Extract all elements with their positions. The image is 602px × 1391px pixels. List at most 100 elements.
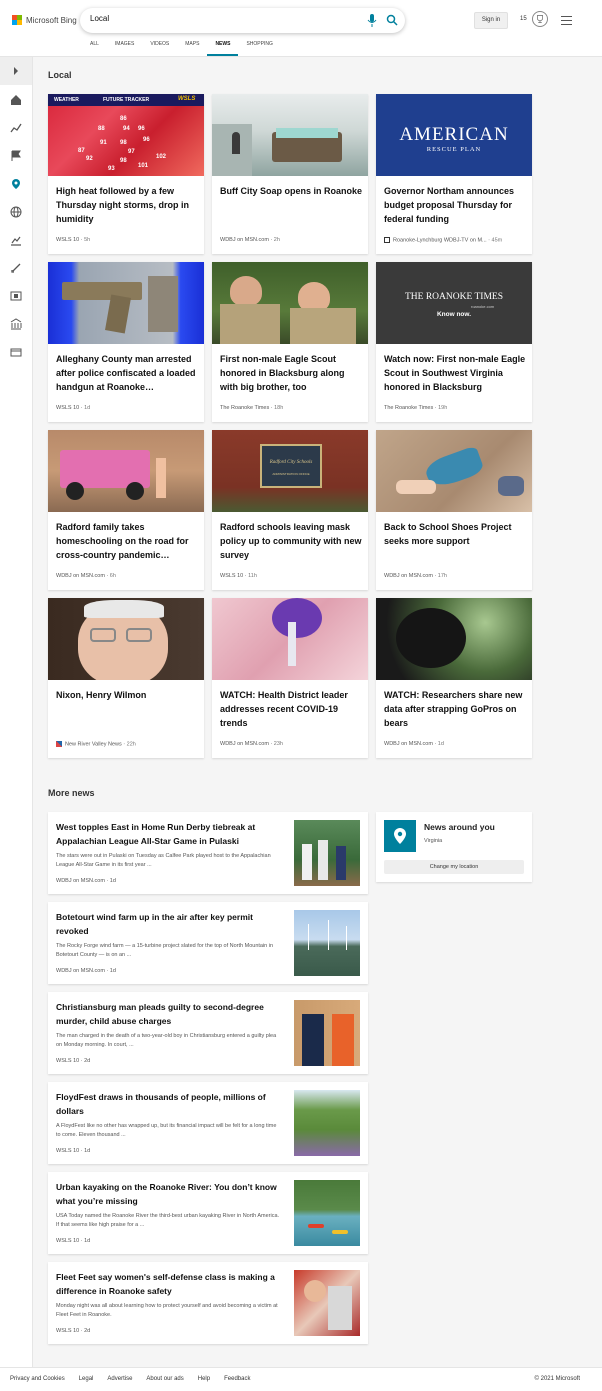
legal-link[interactable]: Legal	[79, 1376, 94, 1382]
globe-icon[interactable]	[10, 206, 22, 218]
obituary-portrait-image	[48, 598, 204, 680]
news-item-title[interactable]: Fleet Feet say women's self-defense clas…	[56, 1270, 286, 1298]
nrv-logo-icon	[56, 741, 62, 747]
news-item-source: WSLS 10 · 1d	[56, 1148, 91, 1154]
person	[328, 1286, 352, 1330]
news-list-item[interactable]: Fleet Feet say women's self-defense clas…	[48, 1262, 368, 1344]
location-icon[interactable]	[10, 178, 22, 190]
sidebar-expand-button[interactable]	[0, 57, 32, 85]
tab-shopping[interactable]: SHOPPING	[238, 38, 280, 56]
roanoke-times-tagline: Know now.	[436, 311, 472, 318]
news-item-snippet: Monday night was all about learning how …	[56, 1303, 278, 1318]
news-card[interactable]: WATCH: Researchers share new data after …	[376, 598, 532, 758]
home-icon[interactable]	[10, 94, 22, 106]
gun-grip	[105, 294, 131, 334]
news-card[interactable]: WEATHER FUTURE TRACKER WSLS 86 88 94 96 …	[48, 94, 204, 254]
news-card[interactable]: Buff City Soap opens in Roanoke WDBJ on …	[212, 94, 368, 254]
news-item-source: WSLS 10 · 2d	[56, 1328, 91, 1334]
news-card[interactable]: Nixon, Henry Wilmon New River Valley New…	[48, 598, 204, 758]
news-card[interactable]: Alleghany County man arrested after poli…	[48, 262, 204, 422]
trending-icon[interactable]	[10, 122, 22, 134]
search-tabs: ALL IMAGES VIDEOS MAPS NEWS SHOPPING	[82, 38, 281, 56]
card-title[interactable]: Back to School Shoes Project seeks more …	[384, 520, 526, 548]
news-item-title[interactable]: Urban kayaking on the Roanoke River: You…	[56, 1180, 286, 1208]
temp-label: 88	[98, 126, 105, 132]
news-item-title[interactable]: Botetourt wind farm up in the air after …	[56, 910, 286, 938]
money-icon[interactable]	[10, 346, 22, 358]
menu-icon[interactable]	[561, 16, 572, 25]
politics-icon[interactable]	[10, 318, 22, 330]
business-icon[interactable]	[10, 234, 22, 246]
news-card[interactable]: First non-male Eagle Scout honored in Bl…	[212, 262, 368, 422]
rewards-points[interactable]: 15	[520, 16, 527, 22]
news-item-snippet: The man charged in the death of a two-ye…	[56, 1033, 277, 1048]
news-item-title[interactable]: Christiansburg man pleads guilty to seco…	[56, 1000, 286, 1028]
flag-icon[interactable]	[10, 150, 22, 162]
card-title[interactable]: Buff City Soap opens in Roanoke	[220, 184, 362, 198]
school-sign-subtext: ADMINISTRATION OFFICE	[272, 472, 310, 476]
tab-videos[interactable]: VIDEOS	[142, 38, 177, 56]
radford-schools-sign-image: Radford City Schools ADMINISTRATION OFFI…	[212, 430, 368, 512]
card-title[interactable]: WATCH: Health District leader addresses …	[220, 688, 362, 730]
news-list-item[interactable]: West topples East in Home Run Derby tieb…	[48, 812, 368, 894]
sign-in-button[interactable]: Sign in	[474, 12, 508, 29]
news-around-you-title: News around you	[424, 822, 495, 832]
change-location-button[interactable]: Change my location	[384, 860, 524, 874]
syringe	[288, 622, 296, 666]
tab-all[interactable]: ALL	[82, 38, 107, 56]
hair	[84, 600, 164, 618]
search-icon[interactable]	[386, 14, 398, 26]
kayak	[332, 1230, 348, 1234]
news-card[interactable]: THE ROANOKE TIMES roanoke.com Know now. …	[376, 262, 532, 422]
about-ads-link[interactable]: About our ads	[146, 1376, 183, 1382]
card-title[interactable]: High heat followed by a few Thursday nig…	[56, 184, 198, 226]
entertainment-icon[interactable]	[10, 290, 22, 302]
festival-crowd-image	[294, 1090, 360, 1156]
privacy-link[interactable]: Privacy and Cookies	[10, 1376, 65, 1382]
news-around-you-widget: News around you Virginia Change my locat…	[376, 812, 532, 882]
bing-logo[interactable]: Microsoft Bing	[12, 15, 77, 25]
news-item-snippet: USA Today named the Roanoke River the th…	[56, 1213, 280, 1228]
advertise-link[interactable]: Advertise	[107, 1376, 132, 1382]
card-title[interactable]: Governor Northam announces budget propos…	[384, 184, 526, 226]
card-title[interactable]: WATCH: Researchers share new data after …	[384, 688, 526, 730]
news-item-snippet: The stars were out in Pulaski on Tuesday…	[56, 853, 271, 868]
news-item-title[interactable]: West topples East in Home Run Derby tieb…	[56, 820, 286, 848]
card-title[interactable]: Watch now: First non-male Eagle Scout in…	[384, 352, 526, 394]
news-card[interactable]: AMERICAN RESCUE PLAN Governor Northam an…	[376, 94, 532, 254]
wind-farm-image	[294, 910, 360, 976]
local-section-title: Local	[48, 70, 72, 80]
roanoke-times-url: roanoke.com	[471, 304, 495, 309]
news-card[interactable]: WATCH: Health District leader addresses …	[212, 598, 368, 758]
news-card[interactable]: Radford family takes homeschooling on th…	[48, 430, 204, 590]
card-title[interactable]: Alleghany County man arrested after poli…	[56, 352, 198, 394]
rocket-icon[interactable]	[10, 262, 22, 274]
news-item-title[interactable]: FloydFest draws in thousands of people, …	[56, 1090, 286, 1118]
wsls-logo: WSLS	[178, 96, 196, 102]
tab-images[interactable]: IMAGES	[107, 38, 142, 56]
microphone-icon[interactable]	[367, 14, 377, 27]
feedback-link[interactable]: Feedback	[224, 1376, 250, 1382]
news-list-item[interactable]: Christiansburg man pleads guilty to seco…	[48, 992, 368, 1074]
tab-news[interactable]: NEWS	[207, 38, 239, 56]
card-title[interactable]: Nixon, Henry Wilmon	[56, 688, 198, 702]
news-card[interactable]: Radford City Schools ADMINISTRATION OFFI…	[212, 430, 368, 590]
news-list-item[interactable]: FloydFest draws in thousands of people, …	[48, 1082, 368, 1164]
shoes-image	[376, 430, 532, 512]
card-title[interactable]: Radford schools leaving mask policy up t…	[220, 520, 362, 562]
news-card[interactable]: Back to School Shoes Project seeks more …	[376, 430, 532, 590]
temp-label: 101	[138, 163, 149, 169]
rewards-trophy-icon[interactable]	[532, 11, 548, 27]
news-list-item[interactable]: Botetourt wind farm up in the air after …	[48, 902, 368, 984]
search-input[interactable]	[90, 14, 340, 23]
card-source: WSLS 10 · 1d	[56, 405, 91, 411]
soap-stack	[276, 128, 338, 138]
search-box[interactable]	[80, 8, 405, 33]
help-link[interactable]: Help	[198, 1376, 210, 1382]
tab-maps[interactable]: MAPS	[177, 38, 207, 56]
temp-label: 96	[138, 126, 145, 132]
arp-headline: AMERICAN	[399, 124, 509, 145]
card-title[interactable]: First non-male Eagle Scout honored in Bl…	[220, 352, 362, 394]
news-list-item[interactable]: Urban kayaking on the Roanoke River: You…	[48, 1172, 368, 1254]
card-title[interactable]: Radford family takes homeschooling on th…	[56, 520, 198, 562]
